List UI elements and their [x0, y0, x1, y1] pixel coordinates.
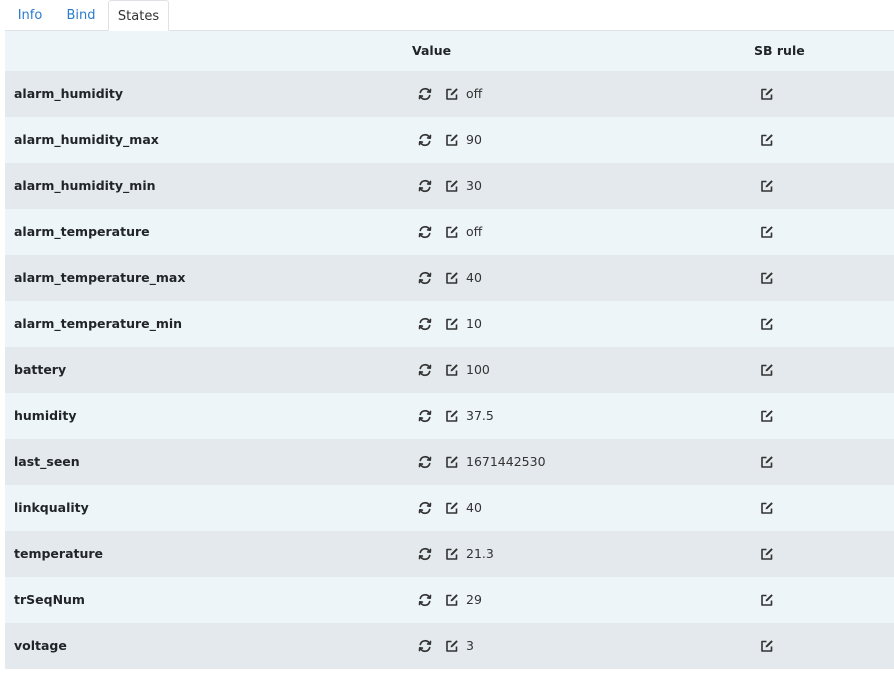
edit-icon[interactable] [444, 316, 460, 332]
state-name: last_seen [14, 454, 80, 469]
state-value: 10 [466, 316, 482, 331]
table-row: voltage 3 [5, 623, 894, 669]
table-row: alarm_humidity_max 90 [5, 117, 894, 163]
edit-icon[interactable] [444, 224, 460, 240]
table-body: alarm_humidity off alarm_humidity_max 90 ala… [5, 71, 894, 669]
refresh-icon[interactable] [417, 270, 433, 286]
state-value: 37.5 [466, 408, 494, 423]
sb-rule-edit-icon[interactable] [759, 592, 775, 608]
refresh-icon[interactable] [417, 178, 433, 194]
refresh-icon[interactable] [417, 224, 433, 240]
sb-rule-edit-icon[interactable] [759, 178, 775, 194]
table-row: alarm_temperature_min 10 [5, 301, 894, 347]
tab-info[interactable]: Info [8, 0, 52, 31]
state-name: alarm_temperature_min [14, 316, 183, 331]
edit-icon[interactable] [444, 592, 460, 608]
state-name: alarm_humidity_min [14, 178, 156, 193]
sb-rule-edit-icon[interactable] [759, 362, 775, 378]
refresh-icon[interactable] [417, 132, 433, 148]
tab-states[interactable]: States [108, 0, 169, 31]
refresh-icon[interactable] [417, 454, 433, 470]
table-row: alarm_temperature_max 40 [5, 255, 894, 301]
refresh-icon[interactable] [417, 86, 433, 102]
state-name: alarm_humidity [14, 86, 124, 101]
sb-rule-edit-icon[interactable] [759, 408, 775, 424]
table-row: trSeqNum 29 [5, 577, 894, 623]
state-name: alarm_humidity_max [14, 132, 159, 147]
state-value: 1671442530 [466, 454, 546, 469]
state-name: humidity [14, 408, 77, 423]
refresh-icon[interactable] [417, 362, 433, 378]
sb-rule-edit-icon[interactable] [759, 316, 775, 332]
sb-rule-column-header: SB rule [754, 43, 805, 58]
value-column-header: Value [412, 43, 452, 58]
edit-icon[interactable] [444, 132, 460, 148]
table-row: temperature 21.3 [5, 531, 894, 577]
tab-bar: Info Bind States [5, 0, 894, 31]
table-row: alarm_temperature off [5, 209, 894, 255]
state-value: 100 [466, 362, 490, 377]
refresh-icon[interactable] [417, 546, 433, 562]
table-row: last_seen 1671442530 [5, 439, 894, 485]
table-row: humidity 37.5 [5, 393, 894, 439]
state-value: 29 [466, 592, 482, 607]
state-value: 90 [466, 132, 482, 147]
edit-icon[interactable] [444, 546, 460, 562]
table-row: alarm_humidity_min 30 [5, 163, 894, 209]
refresh-icon[interactable] [417, 408, 433, 424]
sb-rule-edit-icon[interactable] [759, 270, 775, 286]
state-name: battery [14, 362, 67, 377]
table-row: linkquality 40 [5, 485, 894, 531]
refresh-icon[interactable] [417, 500, 433, 516]
state-value: 3 [466, 638, 474, 653]
refresh-icon[interactable] [417, 592, 433, 608]
state-name: trSeqNum [14, 592, 85, 607]
edit-icon[interactable] [444, 500, 460, 516]
edit-icon[interactable] [444, 362, 460, 378]
state-name: voltage [14, 638, 67, 653]
edit-icon[interactable] [444, 454, 460, 470]
state-value: 40 [466, 270, 482, 285]
edit-icon[interactable] [444, 408, 460, 424]
state-value: off [466, 86, 483, 101]
edit-icon[interactable] [444, 638, 460, 654]
edit-icon[interactable] [444, 178, 460, 194]
state-name: alarm_temperature [14, 224, 150, 239]
table-row: alarm_humidity off [5, 71, 894, 117]
sb-rule-edit-icon[interactable] [759, 224, 775, 240]
table-header: Value SB rule [5, 31, 894, 71]
state-value: 21.3 [466, 546, 494, 561]
state-value: 30 [466, 178, 482, 193]
refresh-icon[interactable] [417, 638, 433, 654]
state-name: linkquality [14, 500, 89, 515]
state-value: off [466, 224, 483, 239]
refresh-icon[interactable] [417, 316, 433, 332]
sb-rule-edit-icon[interactable] [759, 86, 775, 102]
sb-rule-edit-icon[interactable] [759, 638, 775, 654]
edit-icon[interactable] [444, 86, 460, 102]
edit-icon[interactable] [444, 270, 460, 286]
tab-bind[interactable]: Bind [55, 0, 107, 31]
states-table: Value SB rule alarm_humidity off alarm_hum… [5, 31, 894, 669]
state-name: temperature [14, 546, 104, 561]
table-row: battery 100 [5, 347, 894, 393]
sb-rule-edit-icon[interactable] [759, 454, 775, 470]
sb-rule-edit-icon[interactable] [759, 546, 775, 562]
state-value: 40 [466, 500, 482, 515]
sb-rule-edit-icon[interactable] [759, 500, 775, 516]
sb-rule-edit-icon[interactable] [759, 132, 775, 148]
state-name: alarm_temperature_max [14, 270, 186, 285]
